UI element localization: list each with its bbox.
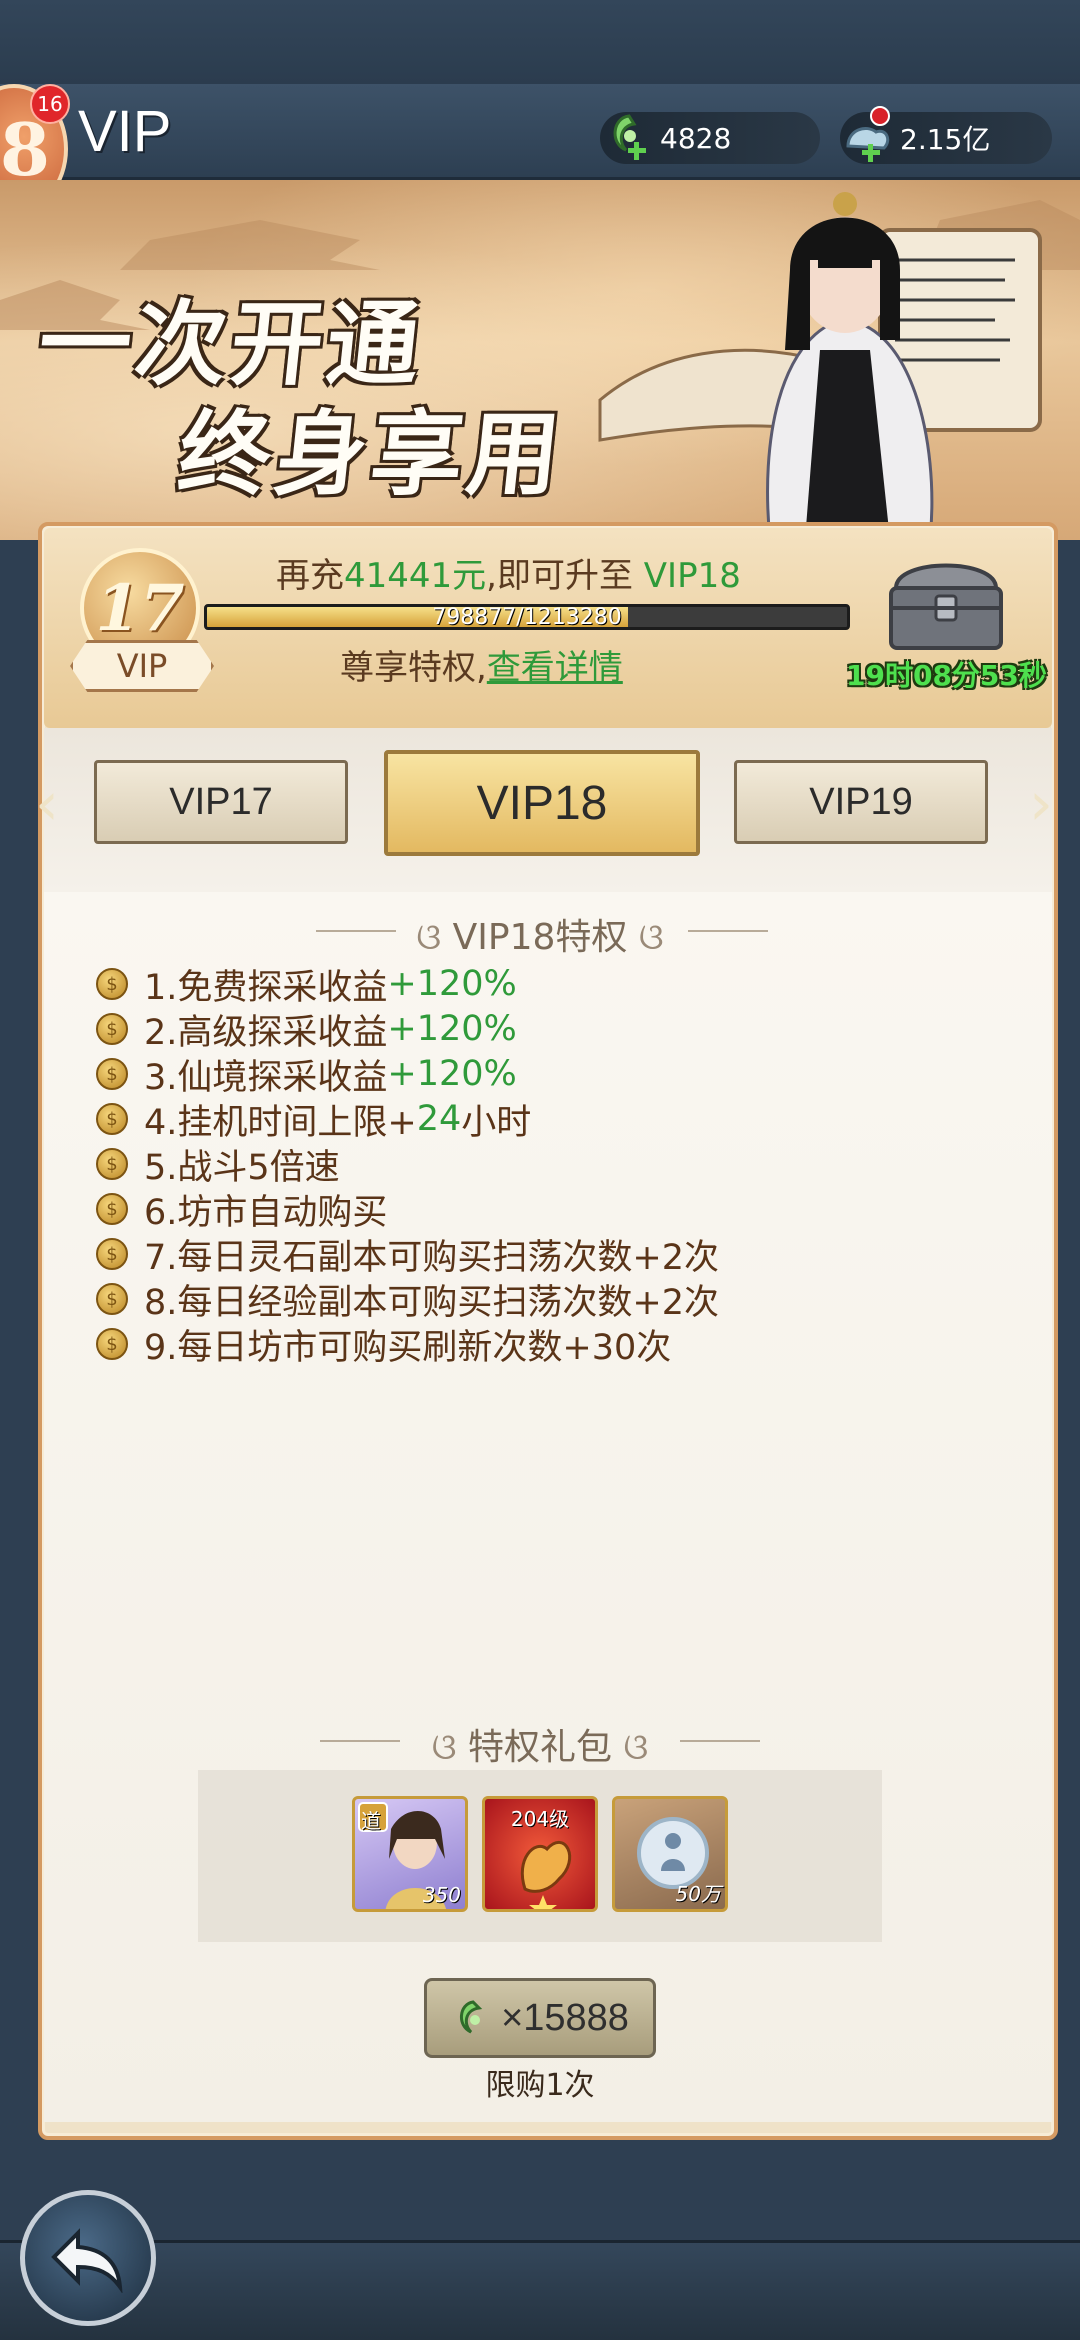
privilege-item: $ 9.每日坊市可购买刷新次数+30次 [96, 1322, 671, 1368]
recharge-prefix: 再充 [276, 556, 344, 596]
coin-icon: $ [96, 968, 128, 1000]
privilege-item: $ 6.坊市自动购买 [96, 1187, 387, 1233]
privilege-item: $ 8.每日经验副本可购买扫荡次数+2次 [96, 1277, 719, 1323]
purchase-limit: 限购1次 [485, 2068, 595, 2103]
top-strip [0, 0, 1080, 84]
privilege-text: 1.免费探采收益 [144, 967, 388, 1008]
recharge-amount: 41441元 [344, 556, 487, 596]
recharge-hint: 再充41441元,即可升至 VIP18 [276, 548, 741, 597]
recharge-middle: ,即可升至 [486, 556, 633, 596]
page-title: VIP [78, 99, 172, 164]
view-details-link[interactable]: 查看详情 [487, 648, 623, 688]
vip-badge-label: VIP [70, 640, 214, 692]
privilege-item: $ 3.仙境探采收益 +120% [96, 1052, 517, 1098]
privilege-bonus: +120% [387, 1009, 517, 1049]
coin-icon: $ [96, 1283, 128, 1315]
jade-icon [460, 2000, 483, 2034]
next-vip-level: VIP18 [643, 556, 741, 596]
gift-title: 特权礼包 [467, 1727, 612, 1768]
back-arrow-icon [51, 2228, 123, 2293]
privilege-item: $ 7.每日灵石副本可购买扫荡次数+2次 [96, 1232, 719, 1278]
coin-icon: $ [96, 1148, 128, 1180]
gift-count: 350 [422, 1883, 461, 1907]
gift-price: ×15888 [501, 1996, 629, 2039]
privilege-item: $ 5.战斗5倍速 [96, 1142, 340, 1188]
swirl-ornament-icon: ଓ [416, 917, 453, 958]
gift-count: 50万 [675, 1882, 721, 1906]
tab-vip19[interactable]: VIP19 [734, 760, 988, 844]
notification-badge: 16 [30, 84, 70, 124]
vip-progress-text: 798877/1213280 [432, 604, 622, 630]
jade-amount: 4828 [660, 121, 732, 155]
coin-icon: $ [96, 1193, 128, 1225]
privilege-text: 5.战斗5倍速 [144, 1147, 340, 1188]
privileges-section-title: ଓ VIP18特权 ଓ [0, 908, 1080, 960]
chevron-right-icon[interactable]: › [1016, 769, 1066, 839]
privilege-text: 2.高级探采收益 [144, 1012, 388, 1053]
coin-icon: $ [96, 1328, 128, 1360]
jade-plus-icon[interactable] [600, 106, 658, 170]
privilege-text: 3.仙境探采收益 [144, 1057, 388, 1098]
privilege-text: 7.每日灵石副本可购买扫荡次数+2次 [144, 1237, 719, 1278]
promo-banner: 一次开通 终身享用 [0, 180, 1080, 540]
gift-item-orb[interactable]: 50万 [612, 1796, 728, 1912]
privilege-text: 8.每日经验副本可购买扫荡次数+2次 [144, 1282, 719, 1323]
privilege-text: 6.坊市自动购买 [144, 1192, 388, 1233]
privilege-bonus: +120% [387, 1054, 517, 1094]
gift-level: 204级 [510, 1807, 570, 1831]
privilege-bonus: 24 [416, 1099, 462, 1139]
swirl-ornament-icon: ଓ [431, 1727, 468, 1768]
privilege-text: 9.每日坊市可购买刷新次数+30次 [144, 1327, 672, 1368]
bottom-bar [0, 2240, 1080, 2340]
privilege-text: 4.挂机时间上限+ [144, 1102, 417, 1143]
privilege-suffix: 小时 [461, 1102, 532, 1143]
tab-vip18[interactable]: VIP18 [384, 750, 700, 856]
coin-icon: $ [96, 1238, 128, 1270]
privilege-item: $ 2.高级探采收益 +120% [96, 1007, 517, 1053]
hero-badge: 道 [361, 1809, 381, 1833]
privilege-prefix: 尊享特权, [340, 648, 487, 688]
spirit-amount: 2.15亿 [900, 123, 991, 156]
coin-icon: $ [96, 1103, 128, 1135]
back-button[interactable] [20, 2190, 156, 2326]
swirl-ornament-icon: ଓ [612, 1727, 649, 1768]
chevron-left-icon[interactable]: ‹ [22, 769, 72, 839]
coin-icon: $ [96, 1013, 128, 1045]
gift-section-title: ଓ 特权礼包 ଓ [0, 1718, 1080, 1770]
privilege-item: $ 4.挂机时间上限+ 24 小时 [96, 1097, 531, 1143]
swirl-ornament-icon: ଓ [627, 917, 664, 958]
spirit-currency[interactable]: 2.15亿 [840, 106, 1052, 164]
banner-slogan-line2: 终身享用 [173, 400, 569, 508]
treasure-chest-icon[interactable] [876, 548, 1016, 658]
gift-item-hero[interactable]: 道 350 [352, 1796, 468, 1912]
privilege-line: 尊享特权,查看详情 [340, 640, 623, 689]
gift-item-artifact[interactable]: 204级 [482, 1796, 598, 1912]
spirit-plus-icon[interactable] [840, 106, 898, 170]
privilege-item: $ 1.免费探采收益 +120% [96, 962, 517, 1008]
privileges-title: VIP18特权 [452, 917, 628, 958]
buy-gift-button[interactable]: ×15888 [424, 1978, 656, 2058]
coin-icon: $ [96, 1058, 128, 1090]
character-illustration [598, 192, 1042, 540]
countdown-timer: 19时08分53秒 [846, 659, 1047, 692]
vip-progress-bar: 798877/1213280 [204, 604, 850, 630]
tab-vip17[interactable]: VIP17 [94, 760, 348, 844]
privilege-bonus: +120% [387, 964, 517, 1004]
jade-currency[interactable]: 4828 [600, 112, 820, 164]
